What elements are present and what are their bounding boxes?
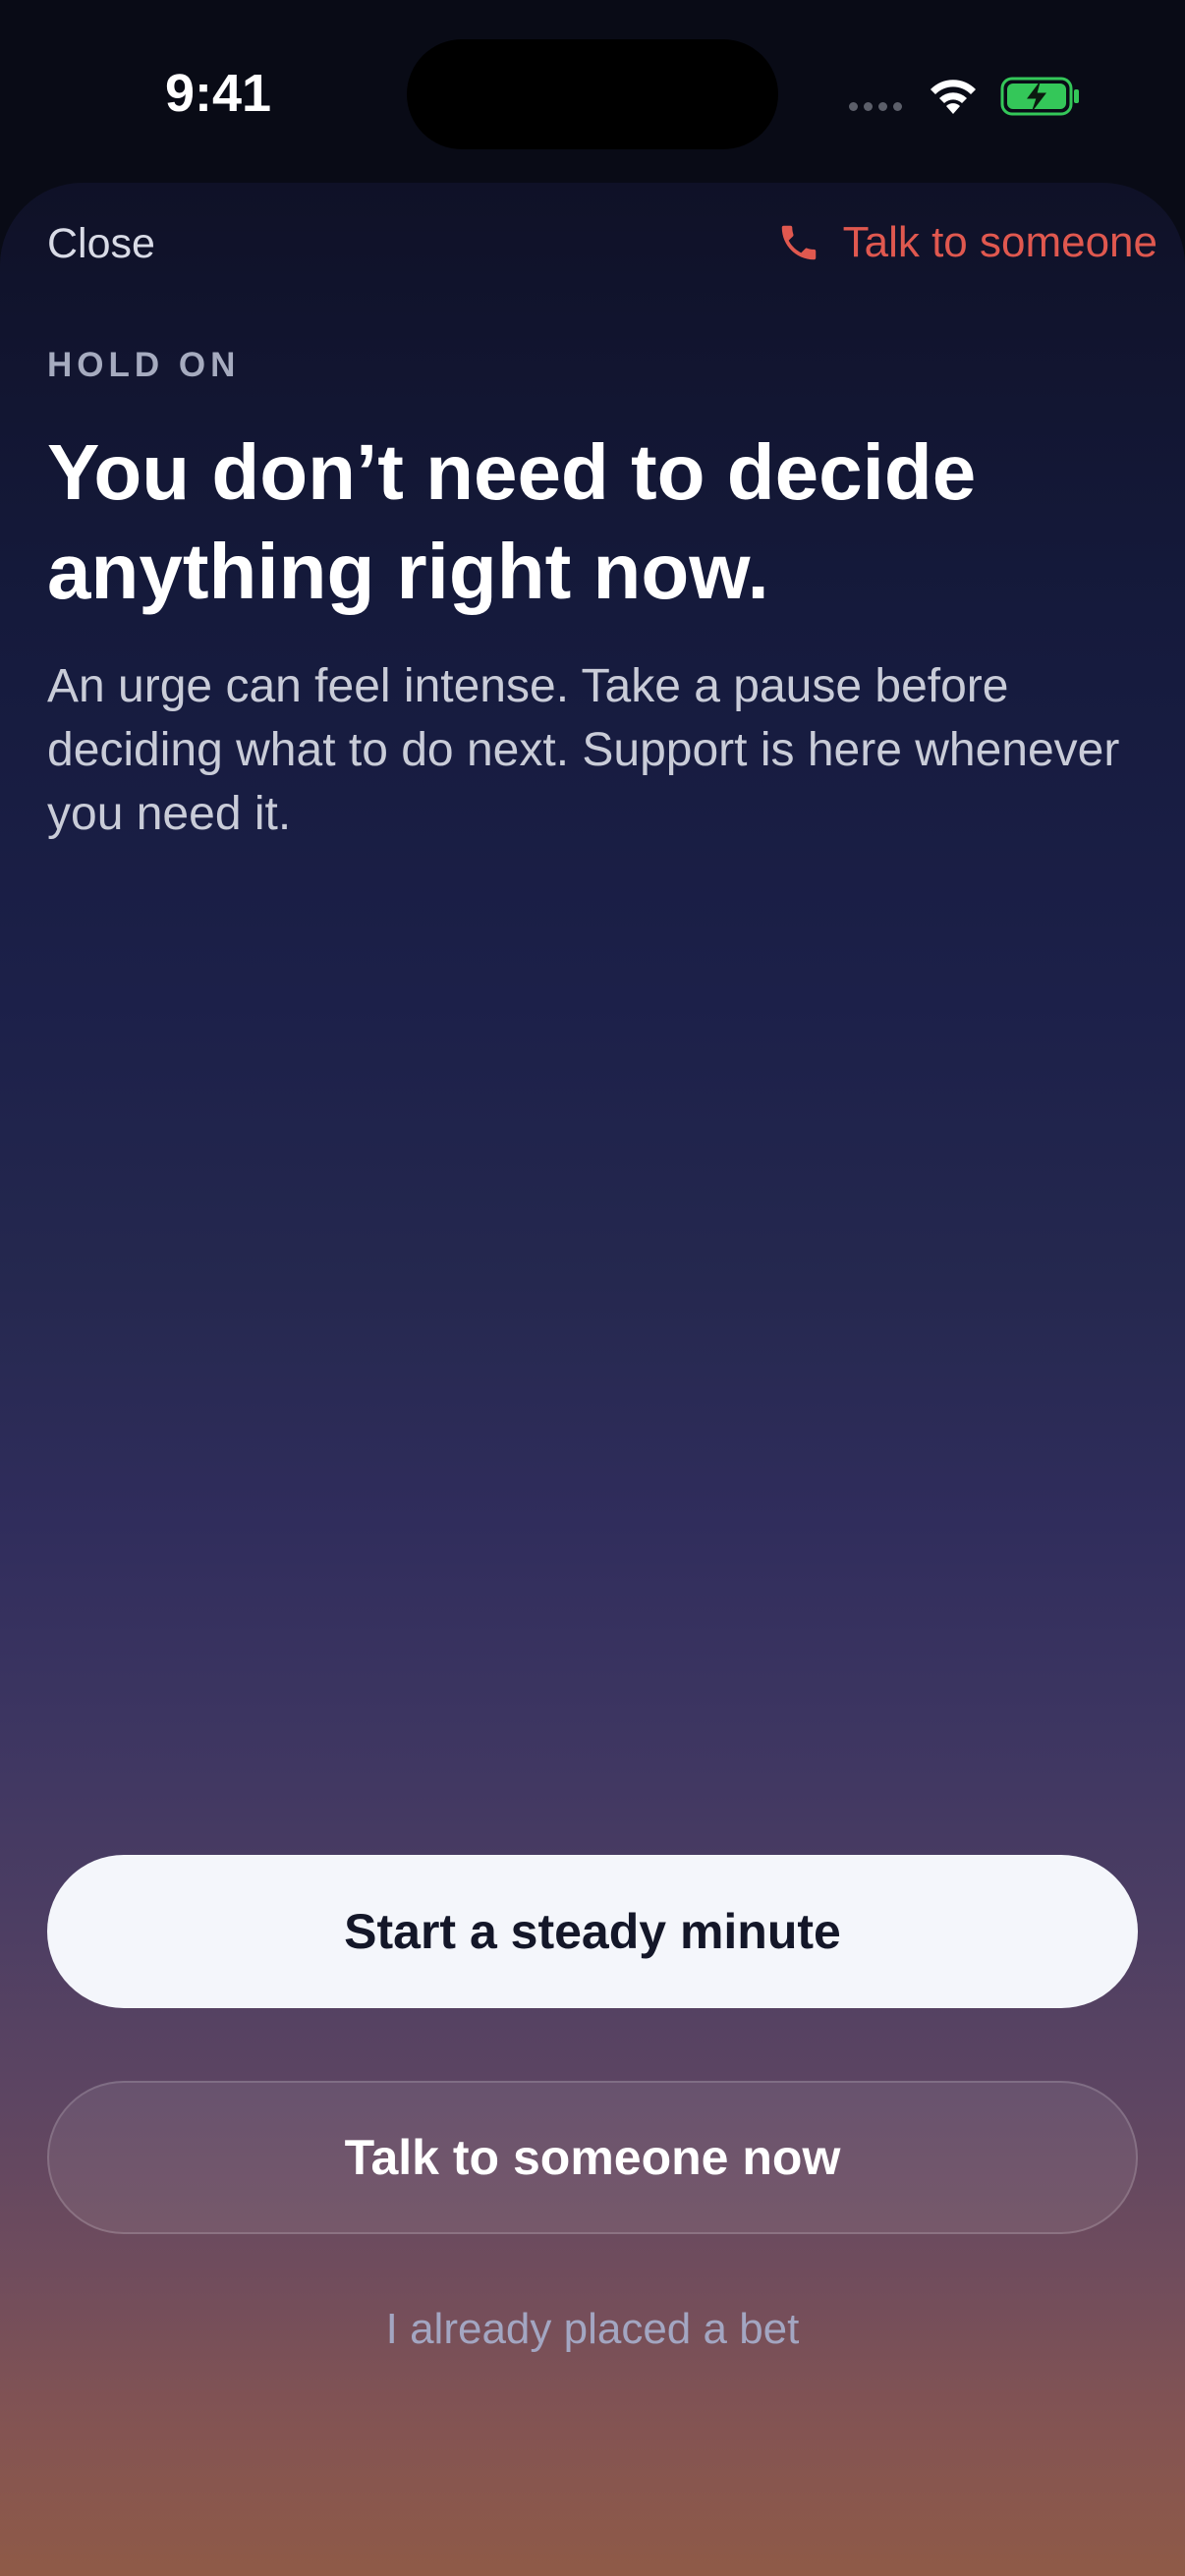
wifi-icon (931, 80, 976, 114)
talk-to-someone-label: Talk to someone (842, 218, 1157, 266)
battery-charging-icon (1000, 77, 1079, 116)
talk-to-someone-now-button[interactable]: Talk to someone now (47, 2081, 1138, 2234)
phone-icon (781, 225, 816, 260)
already-placed-bet-link[interactable]: I already placed a bet (0, 2305, 1185, 2354)
urge-support-screen: 9:41 Close Talk to someone HOLD ON You d… (0, 0, 1185, 2576)
support-sheet: Close Talk to someone HOLD ON You don’t … (0, 183, 1185, 2576)
eyebrow-label: HOLD ON (47, 346, 241, 384)
start-steady-minute-button[interactable]: Start a steady minute (47, 1855, 1138, 2008)
status-time: 9:41 (165, 64, 272, 123)
page-title: You don’t need to decide anything right … (47, 428, 977, 615)
supporting-text: An urge can feel intense. Take a pause b… (47, 660, 1120, 840)
status-bar: 9:41 (0, 0, 1185, 177)
cellular-signal-icon (849, 102, 902, 111)
close-button[interactable]: Close (47, 220, 155, 268)
talk-to-someone-link[interactable]: Talk to someone (776, 218, 1157, 267)
dynamic-island (407, 39, 778, 149)
